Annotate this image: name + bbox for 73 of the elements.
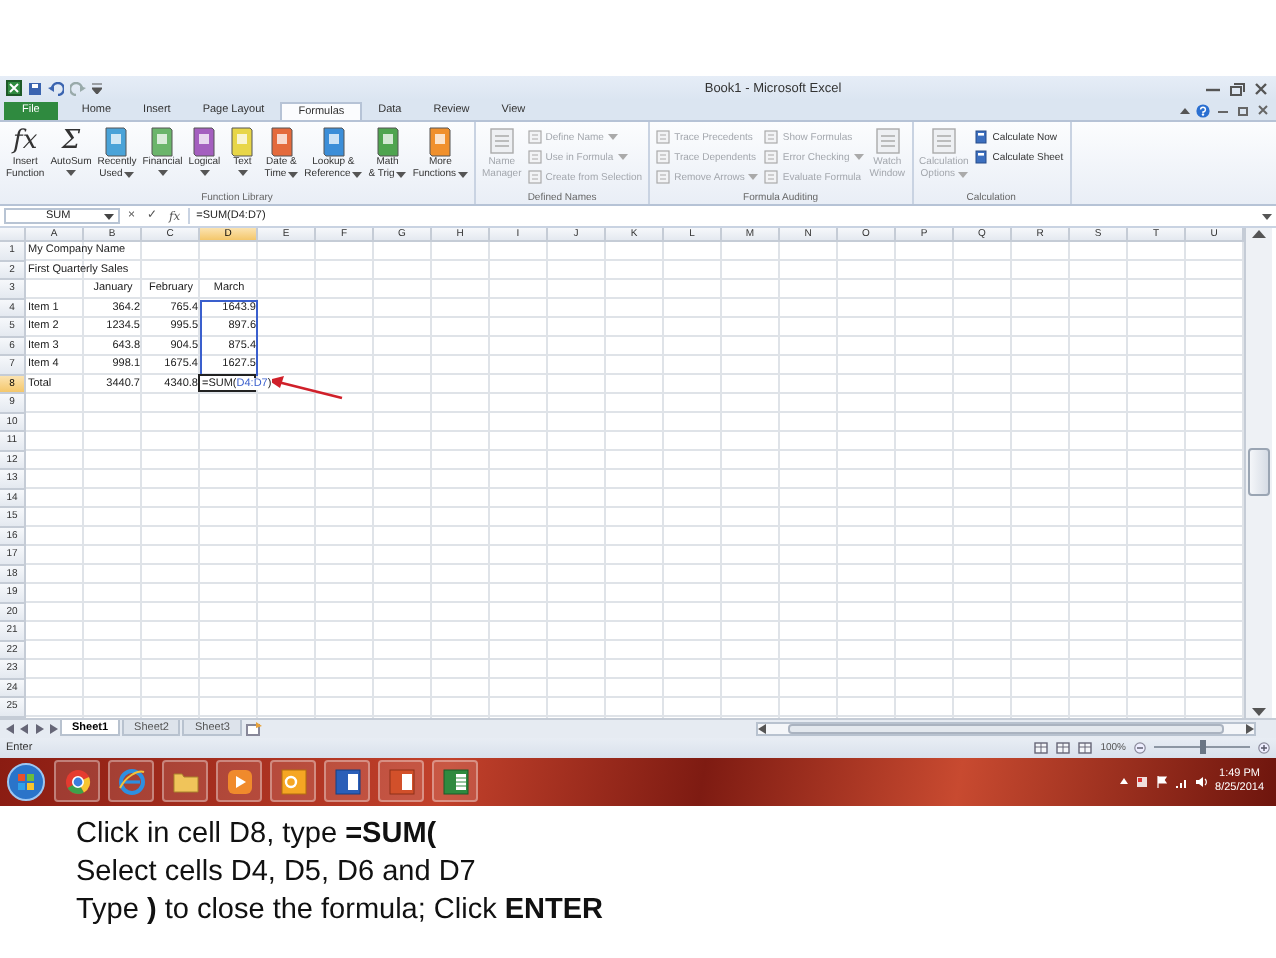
customize-caret-icon[interactable] bbox=[92, 82, 102, 94]
list-icon bbox=[656, 170, 671, 184]
slider-thumb[interactable] bbox=[1199, 740, 1205, 754]
taskbar-button[interactable] bbox=[432, 760, 478, 802]
presentation-app-icon bbox=[387, 767, 415, 795]
book-icon bbox=[373, 124, 402, 158]
caption-line: Type ) to close the formula; Click ENTER bbox=[76, 891, 606, 929]
book-icon bbox=[319, 124, 348, 158]
page-layout-icon[interactable] bbox=[1056, 741, 1071, 753]
restore-icon[interactable] bbox=[1228, 81, 1246, 95]
caret-icon bbox=[104, 213, 114, 219]
zoom-out-icon[interactable] bbox=[1134, 741, 1146, 753]
taskbar-button[interactable] bbox=[324, 760, 370, 802]
list-icon bbox=[764, 130, 779, 144]
list-icon bbox=[527, 170, 542, 184]
media-player-icon bbox=[225, 767, 253, 795]
taskbar-button[interactable] bbox=[108, 760, 154, 802]
list-icon bbox=[656, 130, 671, 144]
tray-icon[interactable] bbox=[1135, 775, 1148, 787]
book-icon bbox=[148, 124, 177, 158]
list-icon bbox=[764, 170, 779, 184]
list-icon bbox=[764, 150, 779, 164]
arrow bbox=[266, 374, 346, 402]
list-icon bbox=[527, 150, 542, 164]
calculator-icon bbox=[974, 130, 989, 144]
document-icon bbox=[929, 124, 958, 158]
volume-icon[interactable] bbox=[1195, 775, 1208, 787]
zoom-in-icon[interactable] bbox=[1258, 741, 1270, 753]
taskbar-button[interactable] bbox=[162, 760, 208, 802]
close-icon[interactable] bbox=[1252, 81, 1270, 95]
spreadsheet-app-icon bbox=[441, 767, 469, 795]
scroll-right-icon[interactable] bbox=[1246, 723, 1254, 733]
save-icon[interactable] bbox=[28, 81, 42, 95]
book-icon bbox=[267, 124, 296, 158]
scroll-left-icon[interactable] bbox=[758, 723, 766, 733]
document-icon bbox=[873, 124, 902, 158]
mail-app-icon bbox=[279, 767, 307, 795]
book-icon bbox=[190, 124, 219, 158]
caption-line: Click in cell D8, type =SUM( bbox=[76, 815, 439, 853]
list-icon bbox=[656, 150, 671, 164]
function-icon: fx bbox=[13, 124, 38, 158]
spreadsheet-icon[interactable] bbox=[6, 80, 22, 96]
start-orb-icon[interactable] bbox=[6, 761, 46, 801]
document-icon bbox=[487, 124, 516, 158]
flag-icon[interactable] bbox=[1155, 775, 1168, 787]
document-app-icon bbox=[333, 767, 361, 795]
expand-caret-icon[interactable] bbox=[1262, 213, 1272, 219]
normal-view-icon[interactable] bbox=[1034, 741, 1049, 753]
browser-icon bbox=[117, 767, 145, 795]
book-icon bbox=[228, 124, 257, 158]
taskbar-button[interactable] bbox=[270, 760, 316, 802]
page-break-icon[interactable] bbox=[1078, 741, 1093, 753]
scrollbar-thumb[interactable] bbox=[1248, 448, 1270, 497]
book-icon bbox=[426, 124, 455, 158]
caret-up-icon[interactable] bbox=[1180, 107, 1190, 113]
caption-line: Select cells D4, D5, D6 and D7 bbox=[76, 853, 478, 891]
taskbar-button[interactable] bbox=[54, 760, 100, 802]
sum-icon: Σ bbox=[61, 124, 81, 158]
taskbar-button[interactable] bbox=[378, 760, 424, 802]
signal-icon[interactable] bbox=[1175, 775, 1188, 787]
list-icon bbox=[527, 130, 542, 144]
taskbar-button[interactable] bbox=[216, 760, 262, 802]
undo-icon[interactable] bbox=[48, 81, 64, 95]
restore-icon[interactable] bbox=[1236, 104, 1250, 116]
book-icon bbox=[102, 124, 131, 158]
help-icon[interactable] bbox=[1196, 103, 1210, 117]
insert-sheet-icon[interactable] bbox=[245, 721, 262, 735]
calculator-icon bbox=[974, 150, 989, 164]
close-icon[interactable] bbox=[1256, 104, 1270, 116]
scrollbar-thumb[interactable] bbox=[788, 723, 1224, 733]
browser-icon bbox=[63, 767, 91, 795]
tray-caret-icon[interactable] bbox=[1119, 778, 1128, 784]
folder-icon bbox=[171, 767, 199, 795]
